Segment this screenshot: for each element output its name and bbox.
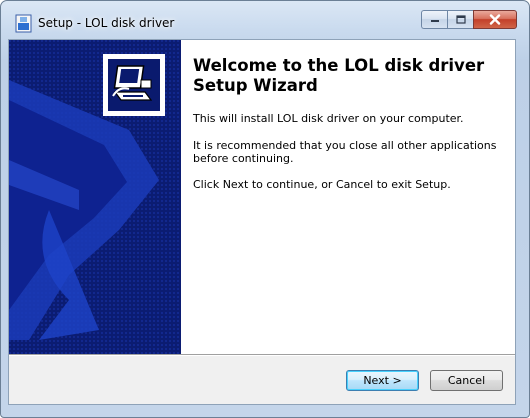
wizard-footer: Next > Cancel: [9, 356, 515, 404]
window-title: Setup - LOL disk driver: [38, 16, 175, 30]
close-icon: [489, 14, 501, 25]
maximize-icon: [455, 15, 466, 24]
caption-buttons: [421, 10, 517, 29]
maximize-button[interactable]: [447, 10, 473, 29]
wizard-client-area: Welcome to the LOL disk driver Setup Wiz…: [8, 39, 516, 405]
install-description: This will install LOL disk driver on you…: [193, 112, 464, 125]
next-button[interactable]: Next >: [346, 370, 419, 391]
continue-instruction: Click Next to continue, or Cancel to exi…: [193, 178, 451, 191]
title-bar[interactable]: Setup - LOL disk driver: [1, 1, 529, 39]
setup-app-icon: [15, 14, 32, 33]
computer-disk-icon: [103, 54, 165, 116]
minimize-button[interactable]: [421, 10, 447, 29]
minimize-icon: [430, 19, 439, 22]
wizard-banner-image: [9, 40, 181, 354]
welcome-panel: Welcome to the LOL disk driver Setup Wiz…: [181, 40, 515, 354]
page-title: Welcome to the LOL disk driver Setup Wiz…: [193, 56, 485, 95]
setup-window: Setup - LOL disk driver Welcome to the L…: [0, 0, 530, 418]
cancel-button[interactable]: Cancel: [430, 370, 503, 391]
close-apps-recommendation: It is recommended that you close all oth…: [193, 139, 497, 165]
close-button[interactable]: [473, 10, 517, 29]
